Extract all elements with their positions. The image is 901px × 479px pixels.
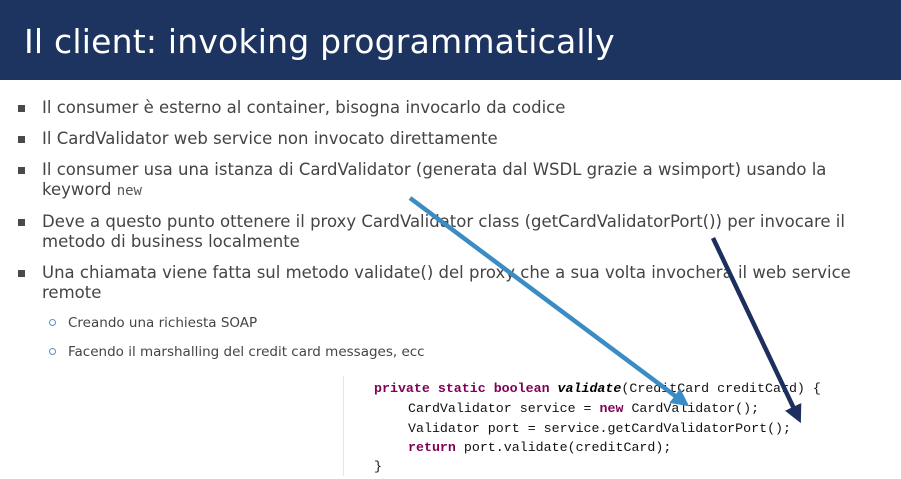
code-text: port.validate(creditCard); [455, 440, 672, 455]
bullet-item: Deve a questo punto ottenere il proxy Ca… [18, 212, 878, 252]
code-text: (CreditCard creditCard) { [621, 381, 821, 396]
bullet-text: Il consumer è esterno al container, biso… [42, 98, 566, 117]
sub-bullet-item: Creando una richiesta SOAP [18, 314, 878, 332]
code-method-name: validate [557, 381, 622, 396]
sub-bullet-item: Facendo il marshalling del credit card m… [18, 343, 878, 361]
bullet-circle-icon [49, 319, 56, 326]
bullet-square-icon [18, 105, 25, 112]
code-line: private static boolean validate(CreditCa… [374, 381, 821, 396]
code-text: CardValidator service = [408, 401, 600, 416]
code-text: CardValidator(); [623, 401, 760, 416]
code-line: } [374, 459, 382, 474]
code-line: Validator port = service.getCardValidato… [408, 421, 792, 436]
bullet-item: Il consumer usa una istanza di CardValid… [18, 160, 878, 201]
sub-bullet-text: Facendo il marshalling del credit card m… [68, 344, 425, 360]
code-line: CardValidator service = new CardValidato… [408, 401, 759, 416]
bullet-text: Il CardValidator web service non invocat… [42, 129, 498, 148]
code-line: return port.validate(creditCard); [408, 440, 671, 455]
inline-code-keyword: new [116, 183, 142, 199]
bullet-square-icon [18, 270, 25, 277]
code-keyword: return [408, 440, 456, 455]
bullet-text: Una chiamata viene fatta sul metodo vali… [42, 263, 851, 302]
bullet-item: Il CardValidator web service non invocat… [18, 129, 878, 149]
bullet-square-icon [18, 136, 25, 143]
bullet-square-icon [18, 219, 25, 226]
bullet-list: Il consumer è esterno al container, biso… [18, 98, 878, 372]
slide-header: Il client: invoking programmatically [0, 0, 901, 80]
bullet-circle-icon [49, 348, 56, 355]
code-keyword: private static boolean [374, 381, 558, 396]
bullet-item: Una chiamata viene fatta sul metodo vali… [18, 263, 878, 303]
bullet-item: Il consumer è esterno al container, biso… [18, 98, 878, 118]
bullet-square-icon [18, 167, 25, 174]
bullet-text: Il consumer usa una istanza di CardValid… [42, 160, 827, 199]
bullet-text: Deve a questo punto ottenere il proxy Ca… [42, 212, 845, 251]
code-snippet: private static boolean validate(CreditCa… [343, 376, 884, 476]
sub-bullet-text: Creando una richiesta SOAP [68, 315, 258, 331]
code-keyword: new [599, 401, 624, 416]
slide-title: Il client: invoking programmatically [24, 22, 615, 61]
